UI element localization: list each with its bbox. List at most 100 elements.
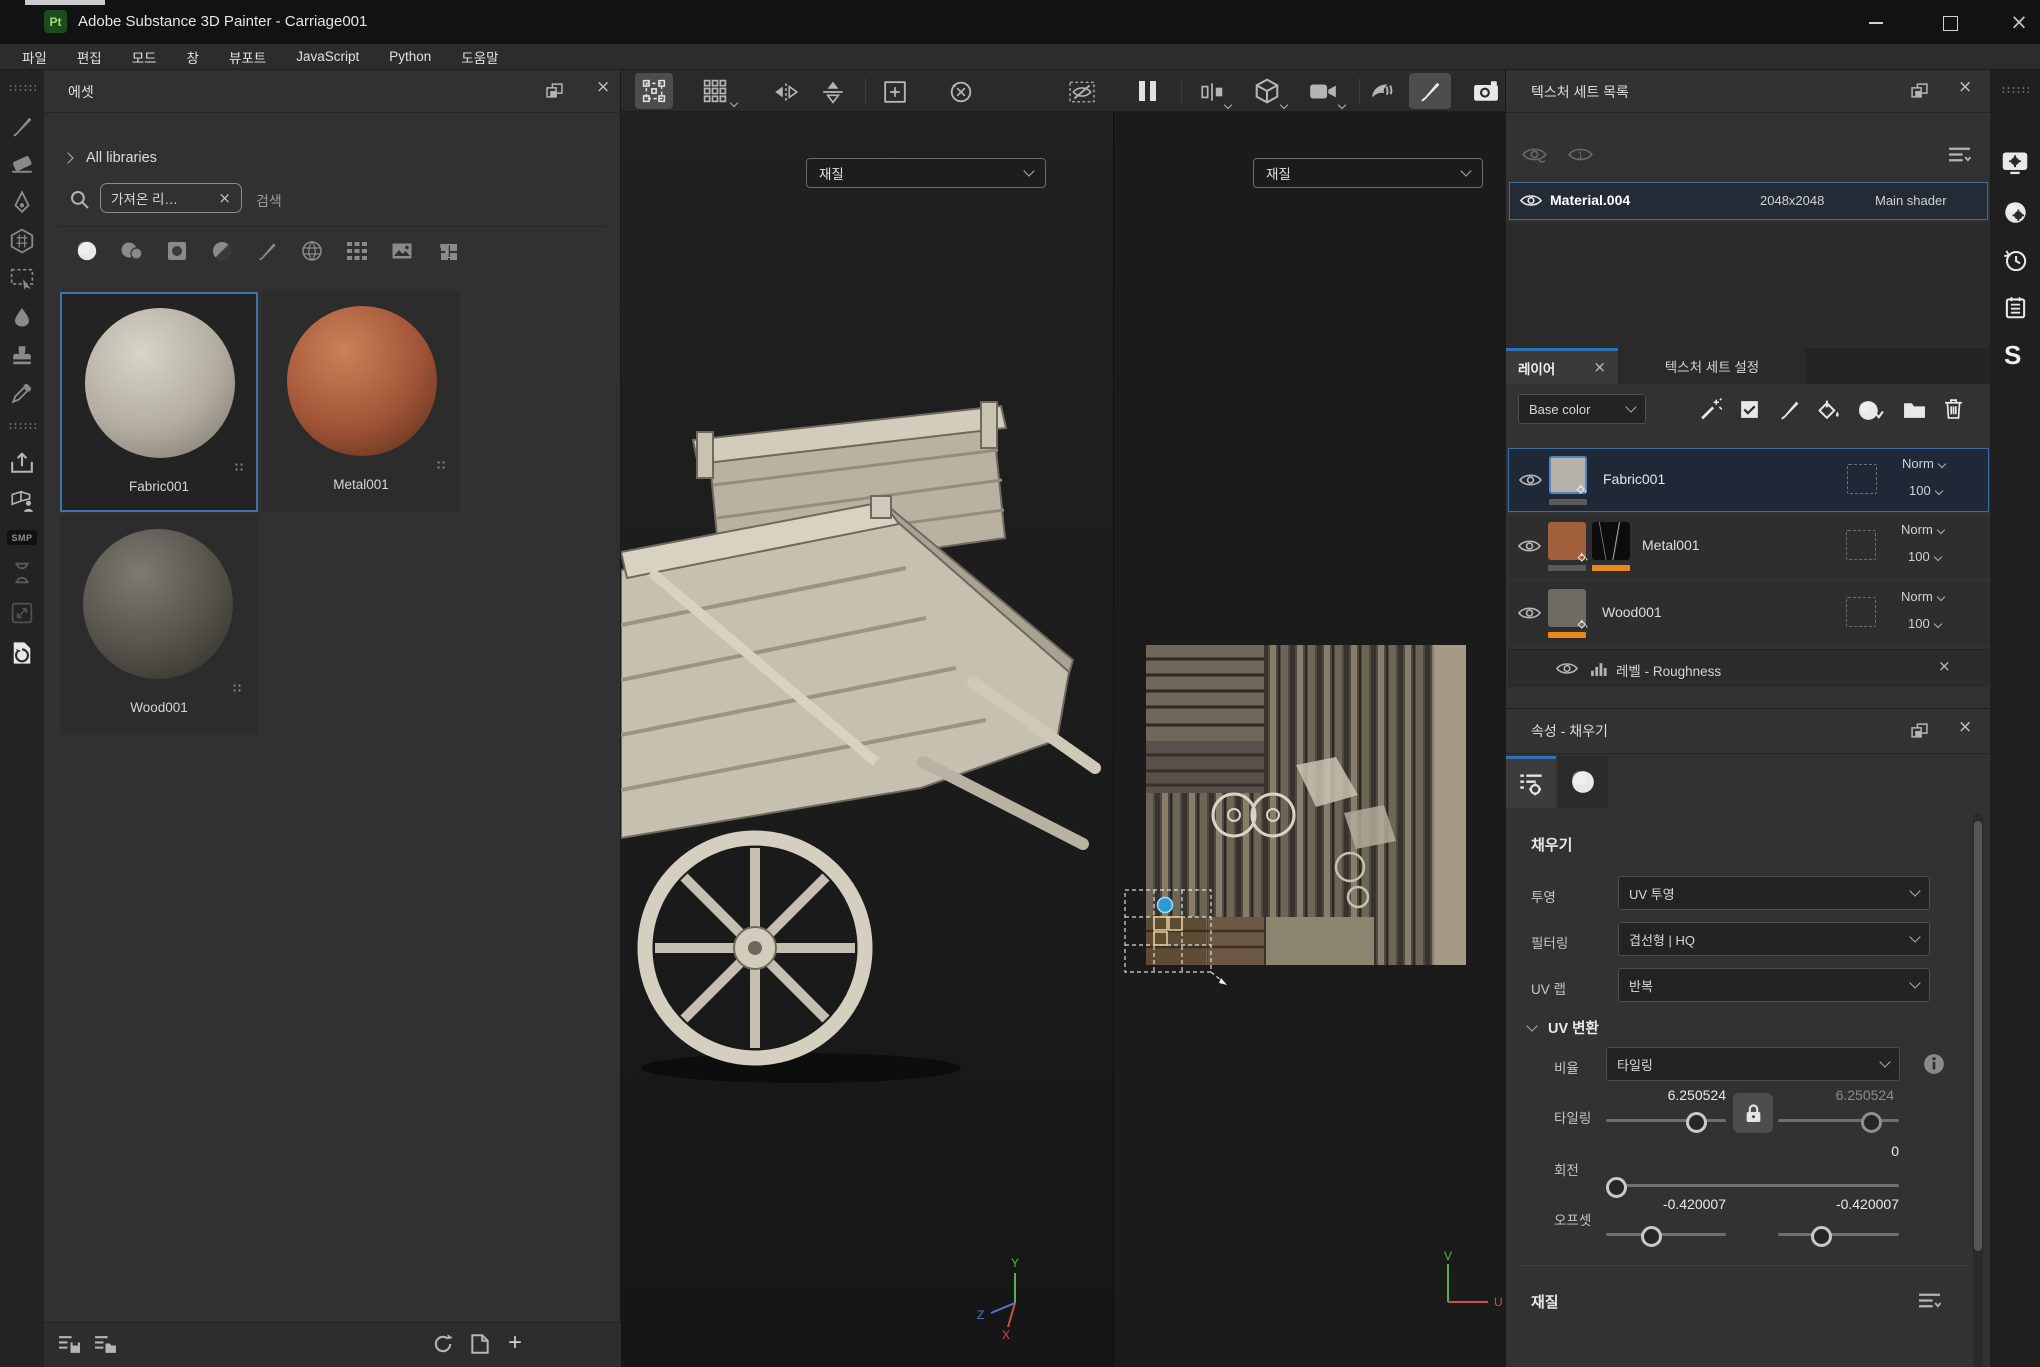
- rotation-slider[interactable]: [1606, 1184, 1899, 1187]
- material-section-menu-icon[interactable]: [1918, 1292, 1941, 1309]
- filter-brushes-icon[interactable]: [254, 238, 280, 264]
- resize-icon[interactable]: [11, 602, 33, 624]
- material-picker-icon[interactable]: [11, 382, 33, 404]
- filter-patterns-icon[interactable]: [344, 238, 370, 264]
- asset-list-save-icon[interactable]: [58, 1335, 81, 1354]
- menu-python[interactable]: Python: [389, 49, 431, 64]
- resources-updater-icon[interactable]: [11, 640, 33, 666]
- menu-help[interactable]: 도움말: [461, 47, 498, 67]
- offset-y-knob[interactable]: [1811, 1226, 1832, 1247]
- blend-mode-dropdown[interactable]: Norm: [1901, 522, 1944, 537]
- assets-close-icon[interactable]: ×: [596, 79, 610, 96]
- shader-settings-icon[interactable]: [2003, 200, 2028, 225]
- tab-texture-set-settings[interactable]: 텍스처 세트 설정: [1619, 348, 1805, 384]
- layer-mask-thumbnail[interactable]: [1592, 522, 1630, 560]
- filter-materials-icon[interactable]: [74, 238, 100, 264]
- offset-y-slider[interactable]: [1778, 1233, 1899, 1236]
- filter-smart-materials-icon[interactable]: [119, 238, 145, 264]
- frame-selection-icon[interactable]: [883, 80, 907, 104]
- menu-edit[interactable]: 편집: [77, 47, 102, 67]
- view-mode-grid-icon[interactable]: [439, 242, 459, 262]
- info-icon[interactable]: [1923, 1053, 1945, 1075]
- filter-procedurals-icon[interactable]: [299, 238, 325, 264]
- tab-layers[interactable]: 레이어 ×: [1506, 348, 1618, 384]
- smudge-tool-icon[interactable]: [12, 306, 32, 328]
- selection-tool-icon[interactable]: [10, 268, 34, 290]
- texture-set-row[interactable]: Material.004 2048x2048 Main shader: [1509, 182, 1988, 220]
- layer-row-fabric[interactable]: Fabric001 Norm 100: [1508, 448, 1989, 512]
- filtering-dropdown[interactable]: 겹선형 | HQ: [1618, 922, 1930, 956]
- tiling-link-button[interactable]: [1733, 1093, 1773, 1133]
- tiling-x-slider[interactable]: [1606, 1119, 1726, 1122]
- opacity-dropdown[interactable]: 100: [1908, 549, 1941, 564]
- asset-list-folder-icon[interactable]: [94, 1335, 117, 1354]
- mesh-display-icon[interactable]: [1255, 78, 1279, 104]
- menu-mode[interactable]: 모드: [132, 47, 157, 67]
- history-icon[interactable]: [2003, 248, 2028, 273]
- eraser-tool-icon[interactable]: [10, 152, 34, 174]
- asset-tile-metal[interactable]: Metal001: [262, 292, 460, 512]
- solo-visibility-icon[interactable]: [1568, 146, 1595, 165]
- uv-wrap-dropdown[interactable]: 반복: [1618, 968, 1930, 1002]
- tiling-x-knob[interactable]: [1686, 1112, 1707, 1133]
- filter-alphas-icon[interactable]: [164, 238, 190, 264]
- refresh-assets-icon[interactable]: [432, 1333, 454, 1355]
- asset-tile-wood[interactable]: Wood001: [60, 515, 258, 735]
- properties-float-icon[interactable]: [1911, 723, 1928, 738]
- filter-filters-icon[interactable]: [209, 238, 235, 264]
- brush-tool-icon[interactable]: [10, 114, 34, 138]
- eye-icon[interactable]: [1556, 661, 1578, 676]
- viewport-2d[interactable]: V U: [1113, 112, 1505, 1367]
- uv-transform-header[interactable]: UV 변환: [1528, 1017, 1599, 1038]
- add-paint-layer-icon[interactable]: [1778, 398, 1801, 421]
- texture-set-menu-icon[interactable]: [1948, 146, 1971, 163]
- viewport-3d-shading-dropdown[interactable]: 재질: [806, 158, 1046, 188]
- log-icon[interactable]: [2005, 296, 2026, 319]
- close-button[interactable]: ×: [1998, 8, 2040, 36]
- channel-selector-dropdown[interactable]: Base color: [1518, 394, 1646, 424]
- menu-file[interactable]: 파일: [22, 47, 47, 67]
- layer-row-wood[interactable]: Wood001 Norm 100: [1508, 582, 1989, 646]
- delete-layer-icon[interactable]: [1944, 398, 1963, 419]
- dock-grip[interactable]: [2001, 86, 2029, 94]
- uv-selection-gizmo[interactable]: [1121, 886, 1229, 986]
- blend-mode-dropdown[interactable]: Norm: [1901, 589, 1944, 604]
- viewport-3d[interactable]: Y Z X: [621, 112, 1113, 1367]
- camera-display-icon[interactable]: [1309, 82, 1337, 101]
- menu-viewport[interactable]: 뷰포트: [229, 47, 266, 67]
- toolbar-grip[interactable]: [8, 84, 36, 92]
- layer-thumbnail[interactable]: [1549, 456, 1587, 494]
- hide-stencil-icon[interactable]: [1069, 81, 1095, 103]
- reset-rotation-icon[interactable]: [949, 80, 973, 104]
- polygon-fill-tool-icon[interactable]: [10, 228, 34, 254]
- search-placeholder[interactable]: 검색: [256, 191, 282, 211]
- search-filter-remove-icon[interactable]: ×: [218, 191, 231, 206]
- add-material-layer-icon[interactable]: [1858, 399, 1885, 422]
- properties-scrollbar-thumb[interactable]: [1974, 821, 1982, 1251]
- tiling-y-knob[interactable]: [1861, 1112, 1882, 1133]
- scale-dropdown[interactable]: 타일링: [1606, 1047, 1900, 1081]
- bake-mesh-icon[interactable]: [9, 490, 35, 512]
- assets-float-icon[interactable]: [546, 83, 563, 98]
- particles-icon[interactable]: [1369, 80, 1395, 104]
- projection-tool-icon[interactable]: [11, 190, 33, 214]
- eye-icon[interactable]: [1520, 193, 1542, 208]
- toolbar-grip-2[interactable]: [8, 422, 36, 430]
- display-settings-icon[interactable]: [2001, 150, 2029, 176]
- projection-grid-icon[interactable]: [703, 79, 727, 103]
- toggle-visibility-all-icon[interactable]: [1522, 146, 1549, 165]
- menu-javascript[interactable]: JavaScript: [296, 49, 359, 64]
- offset-x-slider[interactable]: [1606, 1233, 1726, 1236]
- texture-set-float-icon[interactable]: [1911, 83, 1928, 98]
- export-icon[interactable]: [10, 452, 34, 474]
- smp-badge[interactable]: SMP: [7, 530, 37, 545]
- library-selector[interactable]: All libraries: [64, 150, 157, 166]
- layer-effect-row[interactable]: 레벨 - Roughness ×: [1508, 649, 1989, 687]
- viewport-2d-shading-dropdown[interactable]: 재질: [1253, 158, 1483, 188]
- rotation-knob[interactable]: [1606, 1177, 1627, 1198]
- properties-tab-material[interactable]: [1558, 756, 1608, 808]
- opacity-dropdown[interactable]: 100: [1909, 483, 1942, 498]
- offset-x-knob[interactable]: [1641, 1226, 1662, 1247]
- paint-mode-button[interactable]: [1409, 73, 1451, 109]
- add-smart-material-icon[interactable]: [1699, 398, 1722, 421]
